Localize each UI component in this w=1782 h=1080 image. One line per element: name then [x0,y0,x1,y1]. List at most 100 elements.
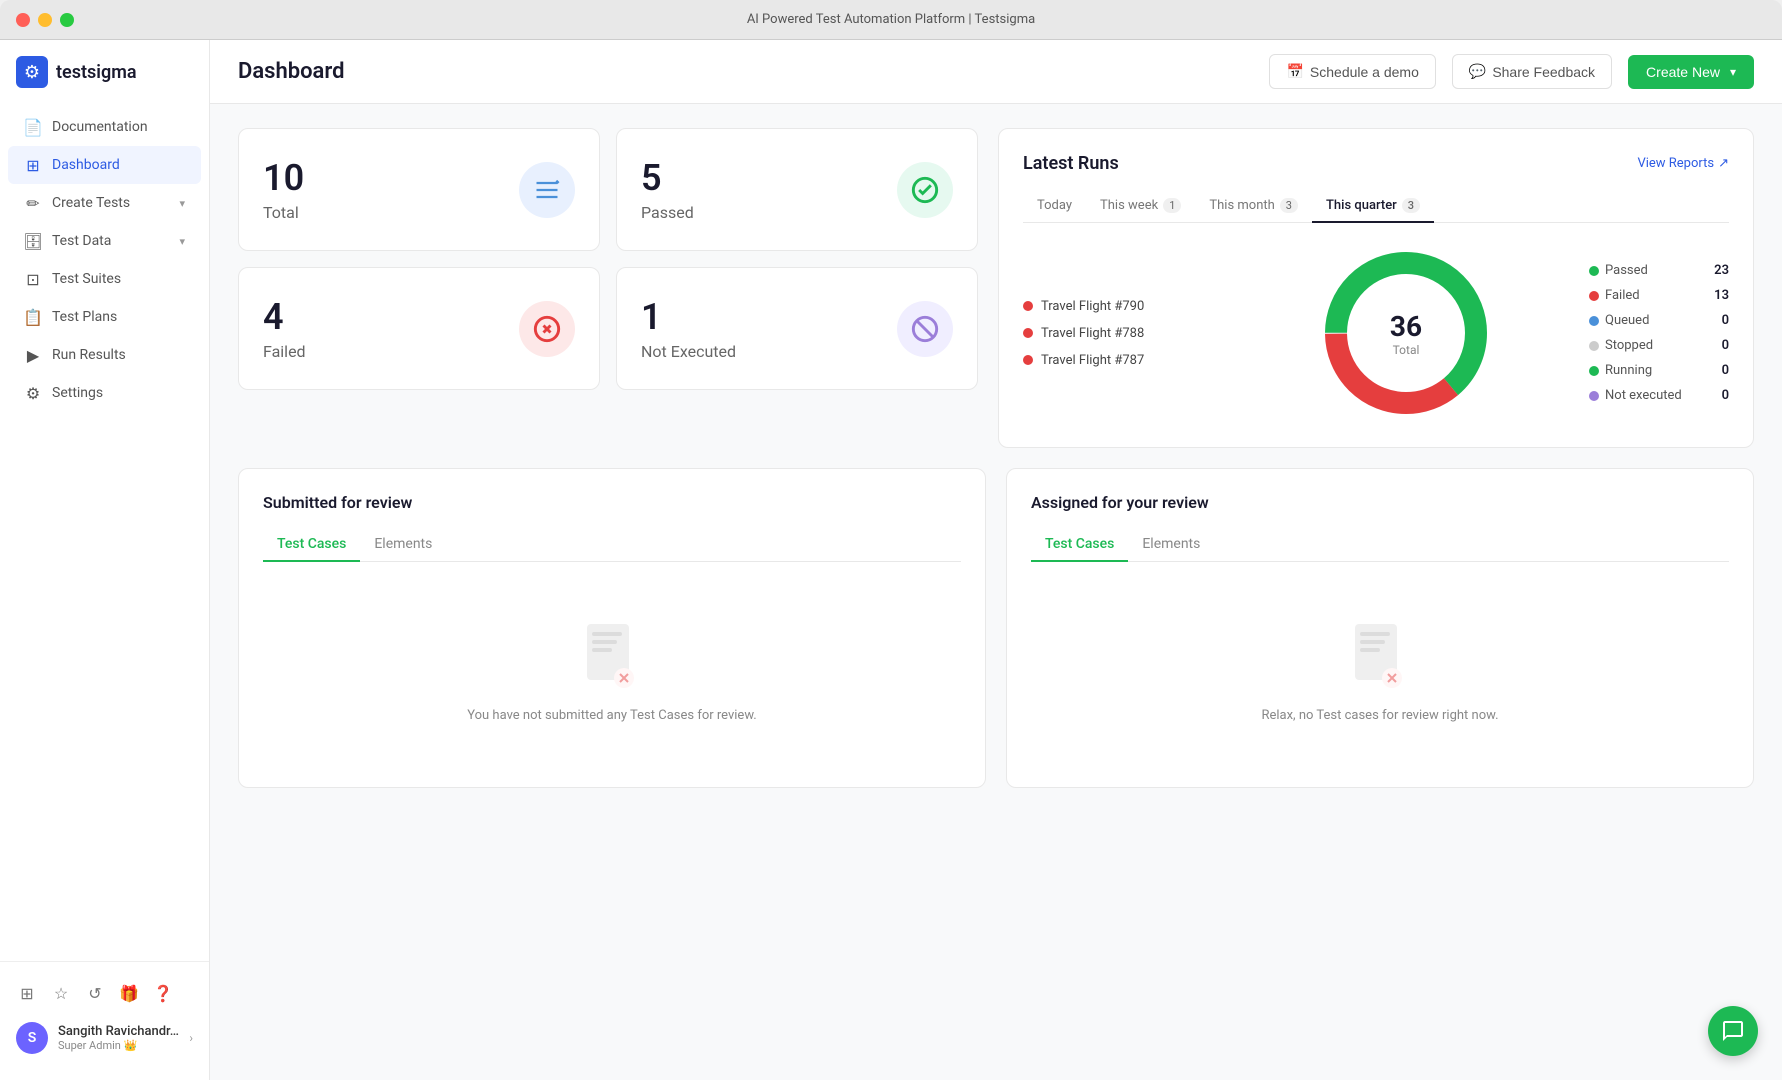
sidebar-item-run-results[interactable]: ▶ Run Results [8,336,201,374]
stat-card-passed: 5 Passed [616,128,978,251]
stopped-legend-label: Stopped [1605,338,1653,353]
stat-icon-failed [519,301,575,357]
assigned-elements-tab[interactable]: Elements [1128,528,1214,562]
sidebar-tools: ⊞ ☆ ↺ 🎁 ❓ [0,974,209,1012]
logo-icon: ⚙ [16,56,48,88]
passed-legend-label: Passed [1605,263,1648,278]
legend-item-stopped: Stopped 0 [1589,338,1729,353]
documentation-icon: 📄 [24,118,42,136]
tab-today[interactable]: Today [1023,190,1086,223]
submitted-elements-tab[interactable]: Elements [360,528,446,562]
period-tabs: Today This week 1 This month 3 This quar… [1023,190,1729,223]
close-button[interactable] [16,13,30,27]
avatar: S [16,1022,48,1054]
legend-item-failed: Failed 13 [1589,288,1729,303]
chat-fab-button[interactable] [1708,1006,1758,1056]
help-icon[interactable]: ❓ [152,982,174,1004]
grid-icon[interactable]: ⊞ [16,982,38,1004]
page-title: Dashboard [238,59,1253,84]
test-plans-icon: 📋 [24,308,42,326]
tab-this-week[interactable]: This week 1 [1086,190,1195,223]
create-tests-icon: ✏ [24,194,42,212]
dashboard-body: 10 Total [210,104,1782,812]
assigned-review-title: Assigned for your review [1031,493,1729,512]
failed-legend-value: 13 [1714,288,1729,303]
queued-dot-icon [1589,316,1599,326]
window-title: AI Powered Test Automation Platform | Te… [747,12,1035,27]
create-new-label: Create New [1646,64,1720,80]
this-quarter-badge: 3 [1402,198,1420,213]
refresh-icon[interactable]: ↺ [84,982,106,1004]
bottom-section: Submitted for review Test Cases Elements [238,468,1754,788]
schedule-demo-button[interactable]: 📅 Schedule a demo [1269,54,1435,89]
donut-total-number: 36 [1390,310,1422,343]
user-area[interactable]: S Sangith Ravichandr... Super Admin 👑 › [0,1012,209,1064]
stat-info-not-executed: 1 Not Executed [641,296,736,361]
sidebar-item-documentation[interactable]: 📄 Documentation [8,108,201,146]
this-month-badge: 3 [1280,198,1298,213]
top-section: 10 Total [238,128,1754,448]
stopped-dot-icon [1589,341,1599,351]
donut-center: 36 Total [1390,310,1422,357]
share-feedback-label: Share Feedback [1492,64,1595,80]
share-feedback-button[interactable]: 💬 Share Feedback [1452,54,1612,89]
run-item[interactable]: Travel Flight #787 [1023,353,1223,368]
sidebar-item-create-tests[interactable]: ✏ Create Tests ▾ [8,184,201,222]
failed-dot-icon [1589,291,1599,301]
legend-item-not-executed: Not executed 0 [1589,388,1729,403]
submitted-test-cases-tab[interactable]: Test Cases [263,528,360,562]
dashboard-icon: ⊞ [24,156,42,174]
view-reports-link[interactable]: View Reports ↗ [1637,156,1729,171]
donut-chart: 36 Total [1247,243,1565,423]
run-item[interactable]: Travel Flight #790 [1023,299,1223,314]
stat-label-total: Total [263,203,304,222]
sidebar-item-test-plans-label: Test Plans [52,309,117,325]
stats-row-bottom: 4 Failed [238,267,978,390]
failed-legend-label: Failed [1605,288,1640,303]
submitted-empty-state: You have not submitted any Test Cases fo… [263,582,961,763]
running-legend-value: 0 [1722,363,1729,378]
settings-icon: ⚙ [24,384,42,402]
gift-icon[interactable]: 🎁 [118,982,140,1004]
stat-icon-total [519,162,575,218]
run-results-icon: ▶ [24,346,42,364]
sidebar-item-settings[interactable]: ⚙ Settings [8,374,201,412]
test-data-icon: 🗄 [24,232,42,250]
sidebar-footer: ⊞ ☆ ↺ 🎁 ❓ S Sangith Ravichandr... Super … [0,961,209,1064]
sidebar-item-test-plans[interactable]: 📋 Test Plans [8,298,201,336]
assigned-test-cases-tab[interactable]: Test Cases [1031,528,1128,562]
sidebar-item-documentation-label: Documentation [52,119,148,135]
run-dot-icon [1023,301,1033,311]
sidebar-item-dashboard[interactable]: ⊞ Dashboard [8,146,201,184]
test-data-chevron-icon: ▾ [179,235,185,248]
not-executed-dot-icon [1589,391,1599,401]
sidebar-item-test-data[interactable]: 🗄 Test Data ▾ [8,222,201,260]
schedule-demo-label: Schedule a demo [1310,64,1419,80]
logo-text: testsigma [56,62,137,83]
runs-content: Travel Flight #790 Travel Flight #788 Tr… [1023,243,1729,423]
stat-info-passed: 5 Passed [641,157,694,222]
tab-this-quarter[interactable]: This quarter 3 [1312,190,1434,223]
assigned-empty-message: Relax, no Test cases for review right no… [1261,708,1498,723]
stat-info-total: 10 Total [263,157,304,222]
latest-runs-title: Latest Runs [1023,153,1119,174]
submitted-review-card: Submitted for review Test Cases Elements [238,468,986,788]
logo-area: ⚙ testsigma [0,56,209,108]
stat-number-passed: 5 [641,157,694,199]
stat-number-total: 10 [263,157,304,199]
maximize-button[interactable] [60,13,74,27]
minimize-button[interactable] [38,13,52,27]
running-dot-icon [1589,366,1599,376]
donut-total-label: Total [1393,343,1420,357]
runs-list: Travel Flight #790 Travel Flight #788 Tr… [1023,299,1223,368]
bookmark-icon[interactable]: ☆ [50,982,72,1004]
window-chrome: AI Powered Test Automation Platform | Te… [0,0,1782,40]
tab-this-month[interactable]: This month 3 [1195,190,1312,223]
sidebar-item-test-suites[interactable]: ⊡ Test Suites [8,260,201,298]
create-new-button[interactable]: Create New ▾ [1628,55,1754,89]
stat-label-passed: Passed [641,203,694,222]
legend-item-passed: Passed 23 [1589,263,1729,278]
queued-legend-value: 0 [1722,313,1729,328]
stat-card-failed: 4 Failed [238,267,600,390]
run-item[interactable]: Travel Flight #788 [1023,326,1223,341]
